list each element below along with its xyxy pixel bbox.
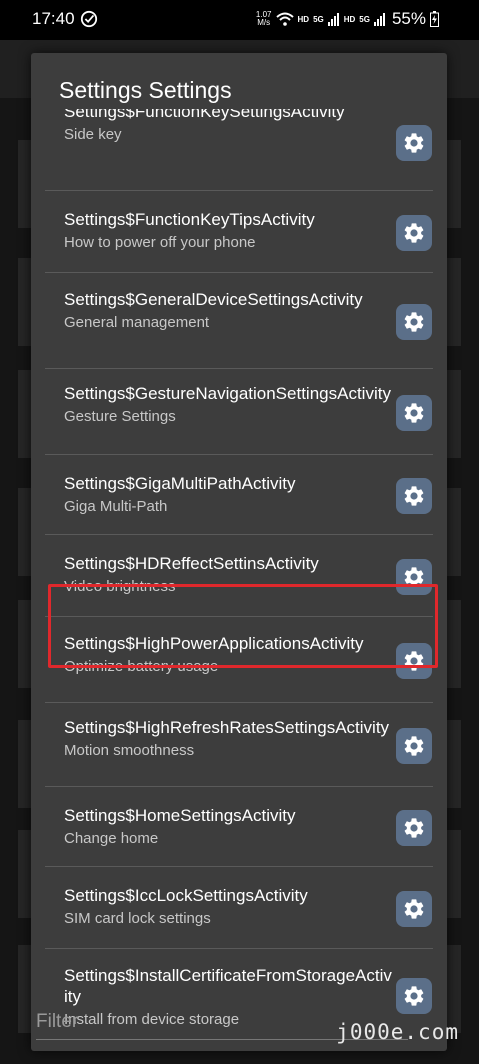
gear-icon bbox=[404, 403, 424, 423]
list-divider bbox=[45, 190, 433, 191]
list-item-text: Settings$FunctionKeyTipsActivity How to p… bbox=[64, 209, 392, 253]
list-item-subtitle: How to power off your phone bbox=[64, 234, 256, 251]
list-item-text: Settings$FunctionKeySettingsActivity Side… bbox=[64, 109, 392, 145]
hd-indicator-2: HD bbox=[343, 14, 356, 24]
list-divider bbox=[45, 534, 433, 535]
battery-level: 55% bbox=[391, 9, 426, 28]
network-speed: 1.07 M/s bbox=[255, 10, 272, 27]
shortcut-settings-button[interactable] bbox=[396, 395, 432, 431]
list-item-subtitle: Optimize battery usage bbox=[64, 658, 219, 675]
gear-icon bbox=[404, 986, 424, 1006]
gear-icon bbox=[404, 133, 424, 153]
network-type: 5G bbox=[313, 14, 324, 24]
list-item-text: Settings$HomeSettingsActivity Change home bbox=[64, 805, 392, 849]
list-item[interactable]: Settings$FunctionKeyTipsActivity How to p… bbox=[31, 193, 447, 273]
list-item[interactable]: Settings$GeneralDeviceSettingsActivity Ge… bbox=[31, 275, 447, 369]
activity-picker-dialog: Settings Settings Settings$FunctionKeySe… bbox=[31, 53, 447, 1051]
gear-icon bbox=[404, 312, 424, 332]
signal-icon bbox=[327, 13, 339, 26]
list-item-subtitle: General management bbox=[64, 314, 210, 331]
status-bar: 17:40 1.07 M/s HD 5G HD 5G 55% bbox=[0, 0, 479, 40]
list-item-text: Settings$HDReffectSettinsActivity Video b… bbox=[64, 553, 392, 597]
list-divider bbox=[45, 866, 433, 867]
gear-icon bbox=[404, 223, 424, 243]
list-item-title: Settings$InstallCertificateFromStorageAc… bbox=[64, 966, 392, 1006]
shortcut-settings-button[interactable] bbox=[396, 304, 432, 340]
shortcut-settings-button[interactable] bbox=[396, 559, 432, 595]
list-divider bbox=[45, 786, 433, 787]
list-item-title: Settings$HighRefreshRatesSettingsActivit… bbox=[64, 718, 390, 737]
list-item-title: Settings$HomeSettingsActivity bbox=[64, 806, 296, 825]
shortcut-settings-button[interactable] bbox=[396, 215, 432, 251]
hd-indicator: HD bbox=[297, 14, 310, 24]
list-item-text: Settings$GigaMultiPathActivity Giga Multi… bbox=[64, 473, 392, 517]
shortcut-settings-button[interactable] bbox=[396, 810, 432, 846]
wifi-icon bbox=[275, 12, 294, 26]
list-item-title: Settings$FunctionKeyTipsActivity bbox=[64, 210, 315, 229]
list-item-subtitle: SIM card lock settings bbox=[64, 910, 211, 927]
gear-icon bbox=[404, 899, 424, 919]
list-item-title: Settings$HighPowerApplicationsActivity bbox=[64, 634, 364, 653]
list-divider bbox=[45, 616, 433, 617]
list-divider bbox=[45, 368, 433, 369]
list-item-text: Settings$HighPowerApplicationsActivity Op… bbox=[64, 633, 392, 677]
list-item-text: Settings$GestureNavigationSettingsActivi… bbox=[64, 383, 392, 427]
list-item-subtitle: Video brightness bbox=[64, 578, 176, 595]
list-item[interactable]: Settings$FunctionKeySettingsActivity Side… bbox=[31, 109, 447, 191]
watermark: j000e.com bbox=[336, 1020, 459, 1044]
shortcut-settings-button[interactable] bbox=[396, 643, 432, 679]
shortcut-settings-button[interactable] bbox=[396, 728, 432, 764]
list-item-text: Settings$IccLockSettingsActivity SIM card… bbox=[64, 885, 392, 929]
gear-icon bbox=[404, 818, 424, 838]
list-item-text: Settings$GeneralDeviceSettingsActivity Ge… bbox=[64, 289, 392, 333]
activity-list[interactable]: Settings$FunctionKeySettingsActivity Side… bbox=[31, 109, 447, 1039]
list-item-text: Settings$HighRefreshRatesSettingsActivit… bbox=[64, 717, 392, 761]
shortcut-settings-button[interactable] bbox=[396, 125, 432, 161]
list-item-subtitle: Motion smoothness bbox=[64, 742, 195, 759]
shortcut-settings-button[interactable] bbox=[396, 478, 432, 514]
list-item-subtitle: Side key bbox=[64, 126, 122, 143]
list-item-title: Settings$FunctionKeySettingsActivity bbox=[64, 109, 345, 121]
battery-charging-icon bbox=[430, 11, 439, 27]
list-divider bbox=[45, 948, 433, 949]
list-divider bbox=[45, 454, 433, 455]
list-item[interactable]: Settings$GestureNavigationSettingsActivi… bbox=[31, 371, 447, 455]
status-time: 17:40 bbox=[32, 9, 75, 28]
list-item-title: Settings$GestureNavigationSettingsActivi… bbox=[64, 384, 391, 403]
list-item-title: Settings$IccLockSettingsActivity bbox=[64, 886, 308, 905]
list-item[interactable]: Settings$HomeSettingsActivity Change home bbox=[31, 789, 447, 867]
shortcut-settings-button[interactable] bbox=[396, 891, 432, 927]
network-type-2: 5G bbox=[359, 14, 370, 24]
list-item[interactable]: Settings$HighPowerApplicationsActivity Op… bbox=[31, 619, 447, 703]
list-divider bbox=[45, 702, 433, 703]
gear-icon bbox=[404, 486, 424, 506]
gear-icon bbox=[404, 736, 424, 756]
gear-icon bbox=[404, 651, 424, 671]
list-item-title: Settings$GeneralDeviceSettingsActivity bbox=[64, 290, 363, 309]
list-item-subtitle: Giga Multi-Path bbox=[64, 498, 168, 515]
list-item[interactable]: Settings$HighRefreshRatesSettingsActivit… bbox=[31, 705, 447, 787]
status-indicators: 1.07 M/s HD 5G HD 5G 55% bbox=[256, 9, 439, 29]
list-item-title: Settings$GigaMultiPathActivity bbox=[64, 474, 296, 493]
list-divider bbox=[45, 272, 433, 273]
signal-icon-2 bbox=[373, 13, 385, 26]
list-item-subtitle: Gesture Settings bbox=[64, 408, 176, 425]
list-item[interactable]: Settings$GigaMultiPathActivity Giga Multi… bbox=[31, 457, 447, 535]
list-item[interactable]: Settings$HDReffectSettinsActivity Video b… bbox=[31, 537, 447, 617]
list-item-subtitle: Change home bbox=[64, 830, 159, 847]
check-circle-icon bbox=[80, 10, 98, 28]
gear-icon bbox=[404, 567, 424, 587]
list-item-title: Settings$HDReffectSettinsActivity bbox=[64, 554, 319, 573]
list-item[interactable]: Settings$IccLockSettingsActivity SIM card… bbox=[31, 869, 447, 949]
dialog-title: Settings Settings bbox=[59, 77, 232, 103]
